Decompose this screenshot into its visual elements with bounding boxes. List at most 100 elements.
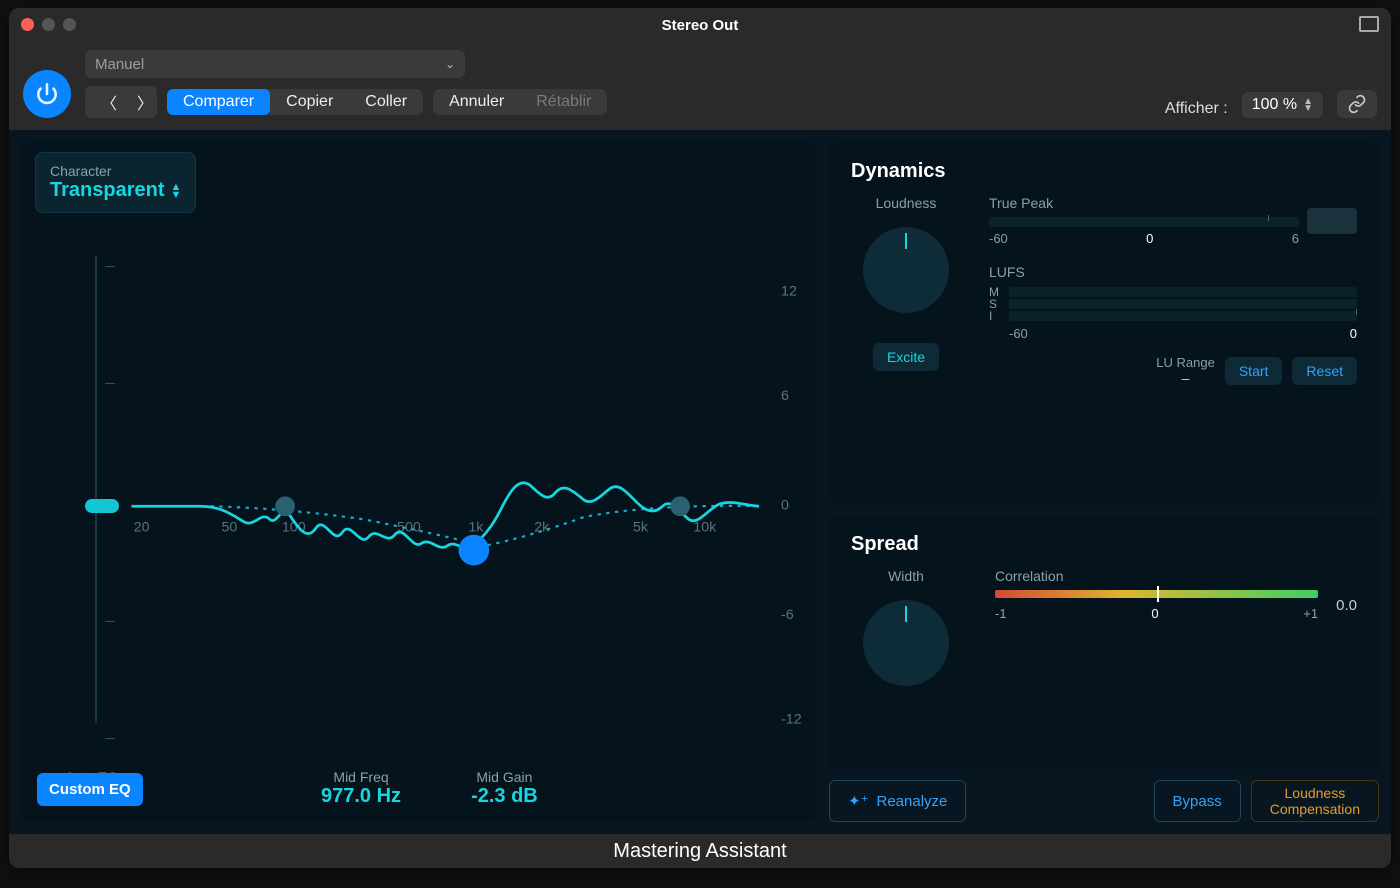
eq-stats: Mid Freq 977.0 Hz Mid Gain -2.3 dB — [321, 769, 538, 808]
preset-select[interactable]: Manuel ⌄ — [85, 50, 465, 78]
dynamics-panel: Dynamics Loudness Excite True Peak — [829, 142, 1379, 503]
mid-freq-value: 977.0 Hz — [321, 785, 401, 808]
x-tick: 20 — [134, 519, 150, 535]
autoeq-slider-thumb[interactable] — [85, 499, 119, 513]
eq-curve-chart: 12 6 0 -6 -12 20 50 100 500 1k 2k 5k 10k — [35, 256, 803, 763]
tp-min: -60 — [989, 231, 1008, 246]
minimize-icon[interactable] — [42, 18, 55, 31]
character-select[interactable]: Character Transparent ▲▼ — [35, 152, 196, 213]
window-title: Stereo Out — [662, 17, 739, 34]
chevron-right-icon: 〉 — [137, 96, 153, 113]
next-button[interactable]: 〉 — [121, 86, 157, 118]
width-label: Width — [888, 568, 924, 584]
character-label: Character — [50, 163, 181, 179]
bypass-button[interactable]: Bypass — [1154, 780, 1241, 822]
x-tick: 50 — [222, 519, 238, 535]
bypass-label: Bypass — [1173, 793, 1222, 810]
right-column: Dynamics Loudness Excite True Peak — [829, 142, 1379, 822]
mid-gain-readout: Mid Gain -2.3 dB — [471, 769, 538, 808]
eq-graph[interactable]: 12 6 0 -6 -12 20 50 100 500 1k 2k 5k 10k — [35, 256, 803, 763]
toolbar-center: Manuel ⌄ 〈 〉 Comparer Copier Coller — [85, 50, 607, 118]
redo-button[interactable]: Rétablir — [520, 89, 607, 115]
dynamics-title: Dynamics — [851, 160, 1357, 183]
show-label: Afficher : — [1165, 100, 1228, 118]
zoom-window-icon[interactable] — [63, 18, 76, 31]
reanalyze-label: Reanalyze — [877, 793, 948, 810]
meters-column: True Peak -60 0 6 — [989, 195, 1357, 386]
chevron-left-icon: 〈 — [101, 96, 117, 113]
y-tick: 0 — [781, 498, 789, 514]
sparkle-icon: ✦⁺ — [848, 792, 869, 810]
x-tick: 5k — [633, 519, 649, 535]
y-tick: -12 — [781, 711, 802, 727]
copy-button[interactable]: Copier — [270, 89, 349, 115]
correlation-value: 0.0 — [1336, 597, 1357, 614]
start-button[interactable]: Start — [1225, 357, 1283, 385]
width-knob[interactable] — [863, 600, 949, 686]
action-row: ✦⁺ Reanalyze Bypass Loudness Compensatio… — [829, 780, 1379, 822]
y-tick: 12 — [781, 284, 797, 300]
footer-title: Mastering Assistant — [9, 834, 1391, 868]
paste-button[interactable]: Coller — [349, 89, 423, 115]
tp-mid: 0 — [1146, 231, 1153, 246]
link-button[interactable] — [1337, 90, 1377, 118]
undo-button[interactable]: Annuler — [433, 89, 520, 115]
mid-gain-label: Mid Gain — [471, 769, 538, 785]
eq-auto-curve — [132, 483, 760, 549]
loudness-label: Loudness — [876, 195, 937, 211]
y-tick: 6 — [781, 388, 789, 404]
nav-group: 〈 〉 — [85, 86, 157, 118]
prev-button[interactable]: 〈 — [85, 86, 121, 118]
character-value: Transparent — [50, 179, 164, 202]
eq-handle-mid[interactable] — [458, 535, 489, 566]
link-icon — [1347, 94, 1367, 114]
truepeak-label: True Peak — [989, 195, 1299, 211]
toolbar: Manuel ⌄ 〈 〉 Comparer Copier Coller — [9, 42, 1391, 130]
reset-button[interactable]: Reset — [1292, 357, 1357, 385]
mid-freq-readout: Mid Freq 977.0 Hz — [321, 769, 401, 808]
lufs-i-label: I — [989, 309, 1003, 323]
compare-button[interactable]: Comparer — [167, 89, 270, 115]
lufs-max: 0 — [1350, 326, 1357, 341]
lurange-value: – — [1156, 370, 1215, 386]
traffic-lights — [21, 18, 76, 31]
undo-group: Annuler Rétablir — [433, 89, 607, 115]
custom-eq-button[interactable]: Custom EQ — [37, 773, 143, 806]
excite-button[interactable]: Excite — [873, 343, 939, 371]
loudness-comp-button[interactable]: Loudness Compensation — [1251, 780, 1379, 822]
autoeq-slider-track — [95, 256, 97, 723]
eq-handle-low[interactable] — [275, 496, 295, 516]
edit-group: Comparer Copier Coller — [167, 89, 423, 115]
lufs-m-meter — [1009, 287, 1357, 297]
power-button[interactable] — [23, 70, 71, 118]
eq-handle-high[interactable] — [670, 496, 690, 516]
lufs-s-meter — [1009, 299, 1357, 309]
x-tick: 2k — [534, 519, 550, 535]
truepeak-meter — [989, 217, 1299, 227]
zoom-value: 100 % — [1252, 96, 1297, 114]
knob-indicator-icon — [905, 606, 907, 622]
mid-freq-label: Mid Freq — [321, 769, 401, 785]
knob-indicator-icon — [905, 233, 907, 249]
lurange-label: LU Range — [1156, 355, 1215, 370]
zoom-select[interactable]: 100 % ▲▼ — [1242, 92, 1323, 118]
truepeak-readout-box — [1307, 208, 1357, 234]
expand-icon[interactable] — [1359, 16, 1379, 32]
correlation-column: Correlation -1 0 +1 — [995, 568, 1357, 621]
stepper-icon: ▲▼ — [1303, 98, 1313, 112]
width-column: Width — [851, 568, 961, 686]
close-icon[interactable] — [21, 18, 34, 31]
mid-gain-value: -2.3 dB — [471, 785, 538, 808]
spread-title: Spread — [851, 533, 1357, 556]
loudness-knob[interactable] — [863, 227, 949, 313]
preset-label: Manuel — [95, 56, 144, 73]
power-icon — [34, 81, 60, 107]
spread-panel: Spread Width Correlation — [829, 515, 1379, 768]
updown-icon: ▲▼ — [170, 183, 181, 199]
reanalyze-button[interactable]: ✦⁺ Reanalyze — [829, 780, 966, 822]
tp-max: 6 — [1292, 231, 1299, 246]
eq-panel: Character Transparent ▲▼ 12 6 0 — [21, 142, 817, 822]
x-tick: 10k — [693, 519, 717, 535]
plugin-window: Stereo Out Manuel ⌄ 〈 〉 — [9, 8, 1391, 868]
chevron-down-icon: ⌄ — [445, 57, 455, 71]
